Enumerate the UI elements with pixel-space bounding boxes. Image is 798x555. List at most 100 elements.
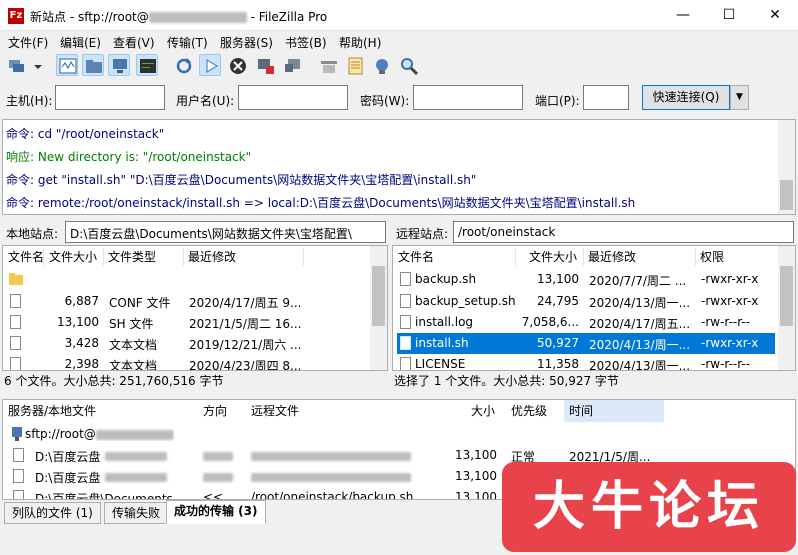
queue-col-local[interactable]: 服务器/本地文件 [3, 400, 193, 422]
remote-file-permissions: -rwxr-xr-x [701, 272, 759, 286]
table-row[interactable]: install.sh 50,927 2020/4/13/周一... -rwxr-… [393, 333, 779, 354]
quickconnect-dropdown-button[interactable]: ▼ [730, 85, 749, 110]
table-row[interactable]: LICENSE 11,358 2020/4/13/周一... -rw-r--r-… [393, 354, 779, 371]
username-input[interactable] [238, 85, 348, 110]
log-text: get "install.sh" "D:\百度云盘\Documents\网站数据… [37, 173, 477, 187]
remote-file-permissions: -rw-r--r-- [701, 357, 751, 371]
username-label: 用户名(U): [176, 94, 235, 108]
tab-failed-transfers[interactable]: 传输失败 [104, 502, 169, 524]
remote-file-date: 2020/4/13/周一... [589, 338, 691, 352]
log-line: 命令: remote:/root/oneinstack/install.sh =… [6, 194, 635, 211]
local-scrollbar-thumb[interactable] [372, 266, 385, 326]
queue-col-size[interactable]: 大小 [433, 400, 499, 422]
file-icon [10, 315, 21, 329]
menu-help[interactable]: 帮助(H) [339, 34, 381, 51]
table-row[interactable]: 13,100 SH 文件 2021/1/5/周二 16... [3, 312, 371, 333]
local-status: 6 个文件。大小总共: 251,760,516 字节 [4, 374, 224, 388]
queue-col-remote[interactable]: 远程文件 [246, 400, 446, 422]
log-text: New directory is: "/root/oneinstack" [37, 150, 252, 164]
title-suffix: - FileZilla Pro [246, 10, 328, 24]
menu-server[interactable]: 服务器(S) [220, 34, 273, 51]
remote-file-name: install.log [415, 315, 474, 329]
remote-scrollbar[interactable] [778, 246, 795, 370]
table-row[interactable]: 2,398 文本文档 2020/4/23/周四 8... [3, 354, 371, 371]
reconnect-icon[interactable] [281, 54, 303, 76]
queue-local-path: D:\百度云盘 [35, 471, 101, 485]
remote-col-permissions[interactable]: 权限 [695, 246, 775, 268]
local-file-date: 2021/1/5/周二 16... [189, 317, 301, 331]
password-label: 密码(W): [360, 94, 410, 108]
queue-col-direction[interactable]: 方向 [198, 400, 248, 422]
redacted-remote [251, 473, 411, 482]
menu-bookmarks[interactable]: 书签(B) [285, 34, 327, 51]
log-text: cd "/root/oneinstack" [37, 127, 165, 141]
table-row[interactable]: backup.sh 13,100 2020/7/7/周二 ... -rwxr-x… [393, 269, 779, 290]
password-input[interactable] [413, 85, 523, 110]
remote-site-label: 远程站点: [396, 227, 449, 241]
table-row[interactable]: 3,428 文本文档 2019/12/21/周六 ... [3, 333, 371, 354]
tab-successful-transfers[interactable]: 成功的传输 (3) [166, 500, 266, 524]
queue-col-time[interactable]: 时间 [564, 400, 664, 422]
remote-file-name: LICENSE [415, 357, 466, 371]
local-col-modified[interactable]: 最近修改 [183, 246, 303, 268]
quickconnect-button[interactable]: 快速连接(Q) [642, 85, 730, 110]
toggle-remote-tree-icon[interactable] [108, 54, 130, 76]
filter-icon[interactable] [317, 54, 339, 76]
queue-col-priority[interactable]: 优先级 [506, 400, 564, 422]
menu-transfer[interactable]: 传输(T) [167, 34, 208, 51]
sync-browse-icon[interactable] [370, 54, 392, 76]
log-prefix: 响应: [6, 150, 35, 164]
table-row[interactable]: backup_setup.sh 24,795 2020/4/13/周一... -… [393, 291, 779, 312]
compare-icon[interactable] [344, 54, 366, 76]
menu-view[interactable]: 查看(V) [113, 34, 155, 51]
file-icon [400, 357, 411, 370]
queue-remote-path: /root/oneinstack/backup.sh [251, 490, 414, 500]
site-manager-button[interactable] [5, 54, 45, 76]
disconnect-icon[interactable] [254, 54, 276, 76]
local-file-date: 2020/4/17/周五 9... [189, 296, 301, 310]
minimize-button[interactable]: — [660, 0, 706, 31]
remote-col-size[interactable]: 文件大小 [515, 246, 581, 268]
local-col-type[interactable]: 文件类型 [103, 246, 183, 268]
local-file-type: 文本文档 [109, 338, 158, 352]
local-file-type: 文本文档 [109, 359, 158, 371]
local-file-size: 13,100 [57, 315, 99, 329]
toggle-local-tree-icon[interactable] [82, 54, 104, 76]
log-scrollbar[interactable] [778, 120, 795, 214]
local-col-size[interactable]: 文件大小 [43, 246, 101, 268]
remote-col-name[interactable]: 文件名 [393, 246, 513, 268]
log-scrollbar-thumb[interactable] [780, 180, 793, 210]
table-row[interactable]: 6,887 CONF 文件 2020/4/17/周五 9... [3, 291, 371, 312]
queue-direction: << [203, 490, 224, 500]
port-input[interactable] [583, 85, 629, 110]
remote-scrollbar-thumb[interactable] [780, 266, 793, 326]
toggle-log-icon[interactable] [56, 54, 78, 76]
local-col-name[interactable]: 文件名 [3, 246, 44, 268]
host-input[interactable] [55, 85, 165, 110]
refresh-icon[interactable] [172, 54, 194, 76]
menu-edit[interactable]: 编辑(E) [60, 34, 101, 51]
tab-queued-files[interactable]: 列队的文件 (1) [4, 502, 101, 524]
toggle-queue-icon[interactable] [136, 54, 158, 76]
log-line: 命令: get "install.sh" "D:\百度云盘\Documents\… [6, 171, 476, 188]
process-queue-icon[interactable] [199, 54, 221, 76]
remote-path-input[interactable]: /root/oneinstack [453, 221, 794, 243]
file-icon [13, 490, 24, 499]
local-file-type: SH 文件 [109, 317, 154, 331]
search-icon[interactable] [397, 54, 419, 76]
maximize-button[interactable]: ☐ [706, 0, 752, 31]
close-button[interactable]: ✕ [752, 0, 798, 31]
local-file-size: 3,428 [64, 336, 99, 350]
redacted-host [148, 12, 247, 23]
remote-col-modified[interactable]: 最近修改 [583, 246, 693, 268]
local-file-size: 6,887 [64, 294, 99, 308]
table-row[interactable]: install.log 7,058,6... 2020/4/17/周五... -… [393, 312, 779, 333]
local-path-input[interactable]: D:\百度云盘\Documents\网站数据文件夹\宝塔配置\ [65, 221, 386, 243]
cancel-operation-icon[interactable] [226, 54, 248, 76]
queue-server-row[interactable]: sftp://root@ [3, 424, 503, 444]
remote-file-size: 11,358 [537, 357, 579, 371]
table-row[interactable] [3, 269, 371, 290]
menu-file[interactable]: 文件(F) [8, 34, 48, 51]
local-scrollbar[interactable] [370, 246, 387, 370]
text-file-icon [10, 357, 21, 370]
